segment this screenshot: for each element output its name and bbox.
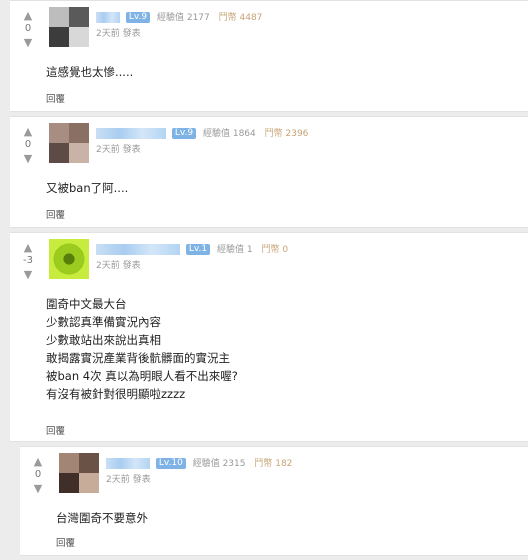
vote-widget: ▲ -3 ▼ (16, 241, 40, 281)
comment-line: 敢揭露實況產業背後骯髒面的實況主 (46, 351, 230, 365)
username[interactable] (96, 128, 166, 139)
coin-value: 鬥幣 0 (261, 245, 289, 255)
comment-line: 又被ban了阿.... (46, 181, 129, 195)
reply-button[interactable]: 回覆 (56, 535, 75, 549)
post-time: 2天前 發表 (96, 261, 141, 271)
coin-value: 鬥幣 182 (254, 459, 293, 469)
vote-widget: ▲ 0 ▼ (16, 125, 40, 165)
level-badge: Lv.9 (125, 12, 151, 23)
comment-text: 圍奇中文最大台 少數認真準備實況內容 少數敢站出來說出真相 敢揭露實況產業背後骯… (46, 295, 238, 403)
avatar[interactable] (49, 7, 89, 47)
user-meta: Lv.9 經驗值 1864 鬥幣 2396 (96, 127, 528, 141)
chevron-down-icon[interactable]: ▼ (24, 36, 32, 49)
comment: ▲ 0 ▼ Lv.9 經驗值 1864 鬥幣 2396 2天前 發表 又被ban… (10, 116, 528, 228)
username[interactable] (96, 12, 120, 23)
chevron-down-icon[interactable]: ▼ (34, 482, 42, 495)
vote-score: -3 (23, 255, 33, 266)
avatar[interactable] (49, 123, 89, 163)
comment-line: 這感覺也太慘..... (46, 65, 134, 79)
exp-value: 經驗值 2315 (192, 459, 246, 469)
exp-value: 經驗值 1864 (202, 129, 256, 139)
coin-value: 鬥幣 2396 (264, 129, 309, 139)
chevron-up-icon[interactable]: ▲ (24, 125, 32, 138)
user-meta: Lv.1 經驗值 1 鬥幣 0 (96, 243, 528, 257)
reply-button[interactable]: 回覆 (46, 91, 65, 105)
avatar[interactable] (59, 453, 99, 493)
chevron-up-icon[interactable]: ▲ (24, 9, 32, 22)
chevron-down-icon[interactable]: ▼ (24, 268, 32, 281)
level-badge: Lv.1 (185, 244, 211, 255)
username[interactable] (106, 458, 150, 469)
comment-line: 台灣圍奇不要意外 (56, 511, 148, 525)
username[interactable] (96, 244, 180, 255)
comment-reply: ▲ 0 ▼ Lv.10 經驗值 2315 鬥幣 182 2天前 發表 台灣圍奇不… (20, 446, 528, 556)
user-meta: Lv.10 經驗值 2315 鬥幣 182 (106, 457, 528, 471)
avatar[interactable] (49, 239, 89, 279)
chevron-down-icon[interactable]: ▼ (24, 152, 32, 165)
comment: ▲ 0 ▼ Lv.9 經驗值 2177 鬥幣 4487 2天前 發表 這感覺也太… (10, 0, 528, 112)
coin-value: 鬥幣 4487 (218, 13, 263, 23)
comment-line: 被ban 4次 真以為明眼人看不出來喔? (46, 369, 238, 383)
post-time: 2天前 發表 (96, 29, 141, 39)
vote-score: 0 (34, 469, 42, 480)
vote-widget: ▲ 0 ▼ (26, 455, 50, 495)
comment-text: 又被ban了阿.... (46, 179, 128, 197)
reply-button[interactable]: 回覆 (46, 423, 65, 437)
user-meta: Lv.9 經驗值 2177 鬥幣 4487 (96, 11, 528, 25)
comment-text: 台灣圍奇不要意外 (56, 509, 148, 527)
vote-score: 0 (24, 23, 32, 34)
post-time: 2天前 發表 (106, 475, 151, 485)
comment: ▲ -3 ▼ Lv.1 經驗值 1 鬥幣 0 2天前 發表 圍奇中文最大台 少數… (10, 232, 528, 442)
chevron-up-icon[interactable]: ▲ (34, 455, 42, 468)
post-time: 2天前 發表 (96, 145, 141, 155)
vote-widget: ▲ 0 ▼ (16, 9, 40, 49)
level-badge: Lv.10 (155, 458, 186, 469)
exp-value: 經驗值 1 (216, 245, 253, 255)
comment-line: 有沒有被針對很明顯啦zzzz (46, 387, 186, 401)
comment-line: 少數認真準備實況內容 (46, 315, 161, 329)
comment-line: 圍奇中文最大台 (46, 297, 127, 311)
level-badge: Lv.9 (171, 128, 197, 139)
exp-value: 經驗值 2177 (156, 13, 210, 23)
vote-score: 0 (24, 139, 32, 150)
comment-line: 少數敢站出來說出真相 (46, 333, 161, 347)
reply-button[interactable]: 回覆 (46, 207, 65, 221)
chevron-up-icon[interactable]: ▲ (24, 241, 32, 254)
comment-text: 這感覺也太慘..... (46, 63, 133, 81)
